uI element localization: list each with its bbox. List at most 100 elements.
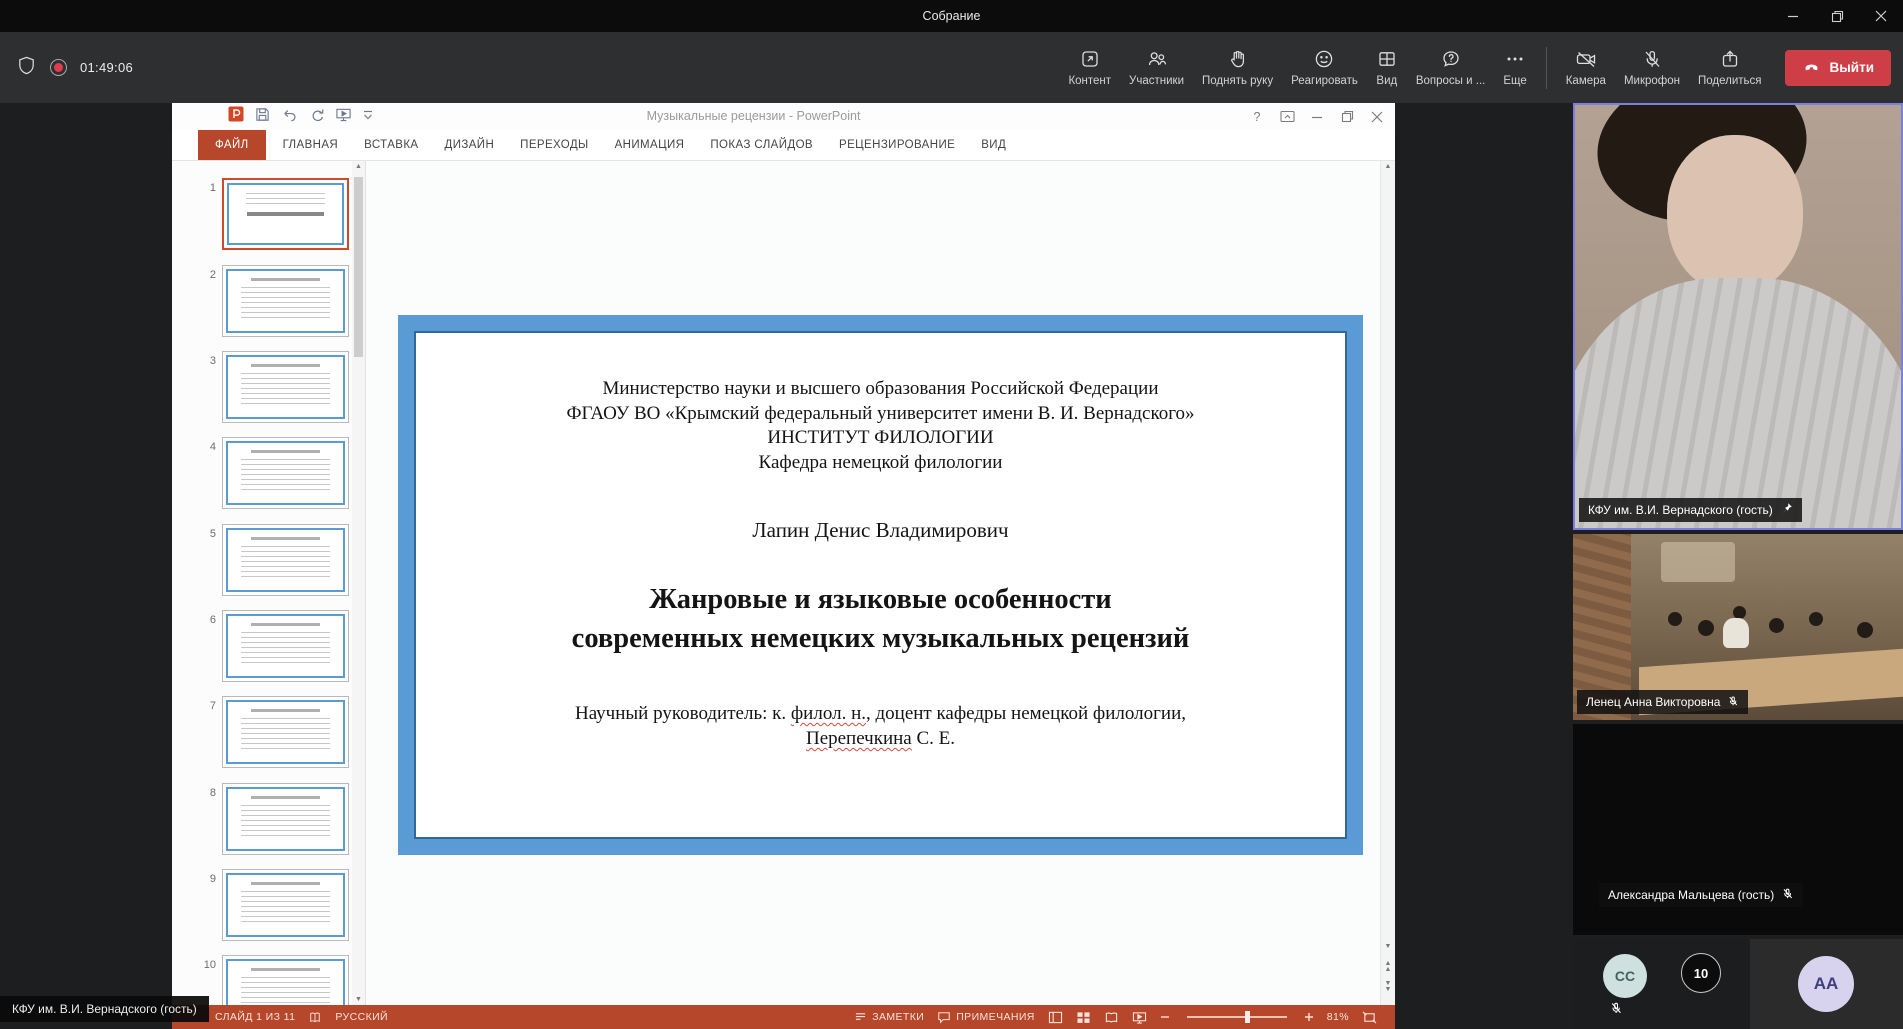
next-slide-button[interactable]: ▼▼ <box>1381 981 1395 993</box>
thumbnail-scrollbar[interactable]: ▲ ▼ <box>352 161 365 1005</box>
zoom-slider-thumb[interactable] <box>1245 1011 1250 1023</box>
zoom-out-icon[interactable] <box>1160 1012 1170 1022</box>
slide-thumbnail-2[interactable]: 2 <box>172 265 366 341</box>
close-icon[interactable] <box>1859 0 1903 32</box>
zoom-level[interactable]: 81% <box>1327 1011 1349 1023</box>
ppt-window-title: Музыкальные рецензии - PowerPoint <box>312 103 1195 130</box>
tab-insert[interactable]: ВСТАВКА <box>351 130 431 160</box>
spellcheck-marked-name: Перепечкина <box>806 728 912 749</box>
raise-hand-icon <box>1227 48 1249 70</box>
org-line-3: ИНСТИТУТ ФИЛОЛОГИИ <box>416 426 1345 451</box>
participants-icon <box>1146 48 1168 70</box>
ppt-close-icon[interactable] <box>1369 109 1385 125</box>
video-tile-camera-off[interactable]: Александра Мальцева (гость) <box>1573 724 1903 935</box>
tab-review[interactable]: РЕЦЕНЗИРОВАНИЕ <box>826 130 968 160</box>
scroll-down-icon[interactable]: ▼ <box>352 996 365 1003</box>
restore-icon[interactable] <box>1815 0 1859 32</box>
slide-thumbnail-6[interactable]: 6 <box>172 610 366 686</box>
scrollbar-thumb[interactable] <box>354 177 363 357</box>
react-button[interactable]: Реагировать <box>1282 32 1367 103</box>
ribbon-tab-bar: ФАЙЛ ГЛАВНАЯ ВСТАВКА ДИЗАЙН ПЕРЕХОДЫ АНИ… <box>172 130 1395 161</box>
meeting-title: Собрание <box>0 0 1903 32</box>
tab-animations[interactable]: АНИМАЦИЯ <box>602 130 698 160</box>
meeting-window: Собрание 01:49:06 Контент Участники По <box>0 0 1903 1029</box>
tab-transitions[interactable]: ПЕРЕХОДЫ <box>507 130 601 160</box>
raise-hand-button[interactable]: Поднять руку <box>1193 32 1282 103</box>
spellcheck-icon[interactable] <box>308 1010 322 1024</box>
camera-off-icon <box>1574 48 1598 70</box>
ppt-window-controls: ? <box>1249 103 1385 130</box>
slide[interactable]: Министерство науки и высшего образования… <box>398 315 1363 855</box>
microphone-button[interactable]: Микрофон <box>1615 32 1689 103</box>
fit-to-window-icon[interactable] <box>1362 1011 1377 1024</box>
ribbon-display-icon[interactable] <box>1279 109 1295 125</box>
tab-slideshow[interactable]: ПОКАЗ СЛАЙДОВ <box>697 130 826 160</box>
tab-design[interactable]: ДИЗАЙН <box>432 130 508 160</box>
teams-toolbar: 01:49:06 Контент Участники Поднять руку … <box>0 32 1903 103</box>
participant-tile-aa[interactable]: АА <box>1750 939 1903 1029</box>
slide-thumbnail-3[interactable]: 3 <box>172 351 366 427</box>
scroll-up-icon[interactable]: ▲ <box>352 163 365 170</box>
leave-label: Выйти <box>1830 60 1875 75</box>
help-icon[interactable]: ? <box>1249 109 1265 125</box>
video-tile-classroom[interactable]: Ленец Анна Викторовна <box>1573 534 1903 720</box>
slideshow-view-icon[interactable] <box>1132 1011 1147 1024</box>
ppt-restore-icon[interactable] <box>1339 109 1355 125</box>
camera-button[interactable]: Камера <box>1557 32 1615 103</box>
ppt-status-bar: СЛАЙД 1 ИЗ 11 РУССКИЙ ЗАМЕТКИ ПРИМЕЧАНИЯ… <box>172 1005 1395 1029</box>
normal-view-icon[interactable] <box>1048 1011 1063 1024</box>
undo-icon[interactable] <box>281 107 298 127</box>
participants-button[interactable]: Участники <box>1120 32 1193 103</box>
notes-toggle[interactable]: ЗАМЕТКИ <box>854 1011 924 1023</box>
save-icon[interactable] <box>255 107 270 127</box>
comments-icon <box>937 1011 951 1024</box>
ppt-titlebar: Музыкальные рецензии - PowerPoint ? <box>172 103 1395 130</box>
language-indicator[interactable]: РУССКИЙ <box>335 1011 388 1023</box>
slide-thumbnail-5[interactable]: 5 <box>172 524 366 600</box>
view-button[interactable]: Вид <box>1367 32 1407 103</box>
toolbar-buttons: Контент Участники Поднять руку Реагирова… <box>1059 32 1891 103</box>
slide-thumbnail-panel: 1 2 3 4 5 <box>172 161 366 1005</box>
zoom-in-icon[interactable] <box>1304 1012 1314 1022</box>
slide-sorter-icon[interactable] <box>1076 1011 1091 1024</box>
powerpoint-window: Музыкальные рецензии - PowerPoint ? Вход… <box>172 103 1395 1029</box>
minimize-icon[interactable] <box>1771 0 1815 32</box>
powerpoint-logo-icon <box>228 106 244 127</box>
more-button[interactable]: Еще <box>1494 32 1535 103</box>
tab-view[interactable]: ВИД <box>968 130 1019 160</box>
smiley-icon <box>1313 48 1335 70</box>
org-line-1: Министерство науки и высшего образования… <box>416 377 1345 402</box>
slide-thumbnail-4[interactable]: 4 <box>172 437 366 513</box>
slide-thumbnail-9[interactable]: 9 <box>172 869 366 945</box>
main-scrollbar[interactable]: ▲ ▼ ▲▲ ▼▼ <box>1380 161 1395 1005</box>
tile-label: Ленец Анна Викторовна <box>1577 690 1748 714</box>
previous-slide-button[interactable]: ▲▲ <box>1381 961 1395 973</box>
share-button[interactable]: Поделиться <box>1689 32 1771 103</box>
classroom-person <box>1723 618 1749 648</box>
slide-thumbnail-1[interactable]: 1 <box>172 178 366 254</box>
tab-file[interactable]: ФАЙЛ <box>198 130 266 160</box>
overflow-count-badge[interactable]: 10 <box>1681 953 1721 993</box>
view-grid-icon <box>1376 48 1398 70</box>
participant-tile-cc[interactable]: СС 10 <box>1573 939 1746 1029</box>
share-up-icon <box>1719 48 1741 70</box>
scroll-down-icon[interactable]: ▼ <box>1381 943 1395 950</box>
supervisor-block: Научный руководитель: к. филол. н., доце… <box>416 701 1345 751</box>
slide-thumbnail-8[interactable]: 8 <box>172 783 366 859</box>
questions-button[interactable]: Вопросы и ... <box>1407 32 1495 103</box>
scroll-up-icon[interactable]: ▲ <box>1381 163 1395 170</box>
content-button[interactable]: Контент <box>1059 32 1120 103</box>
meeting-timer: 01:49:06 <box>80 60 133 75</box>
leave-button[interactable]: Выйти <box>1785 50 1892 86</box>
ppt-minimize-icon[interactable] <box>1309 109 1325 125</box>
org-line-2: ФГАОУ ВО «Крымский федеральный университ… <box>416 402 1345 427</box>
meeting-status-group: 01:49:06 <box>16 32 133 103</box>
tile-label: Александра Мальцева (гость) <box>1599 883 1803 907</box>
tab-home[interactable]: ГЛАВНАЯ <box>270 130 352 160</box>
comments-toggle[interactable]: ПРИМЕЧАНИЯ <box>937 1011 1035 1024</box>
reading-view-icon[interactable] <box>1104 1011 1119 1024</box>
pinned-video-tile[interactable]: КФУ им. В.И. Вернадского (гость) <box>1573 103 1903 530</box>
teams-titlebar: Собрание <box>0 0 1903 32</box>
slide-thumbnail-7[interactable]: 7 <box>172 696 366 772</box>
zoom-slider[interactable] <box>1187 1016 1287 1018</box>
